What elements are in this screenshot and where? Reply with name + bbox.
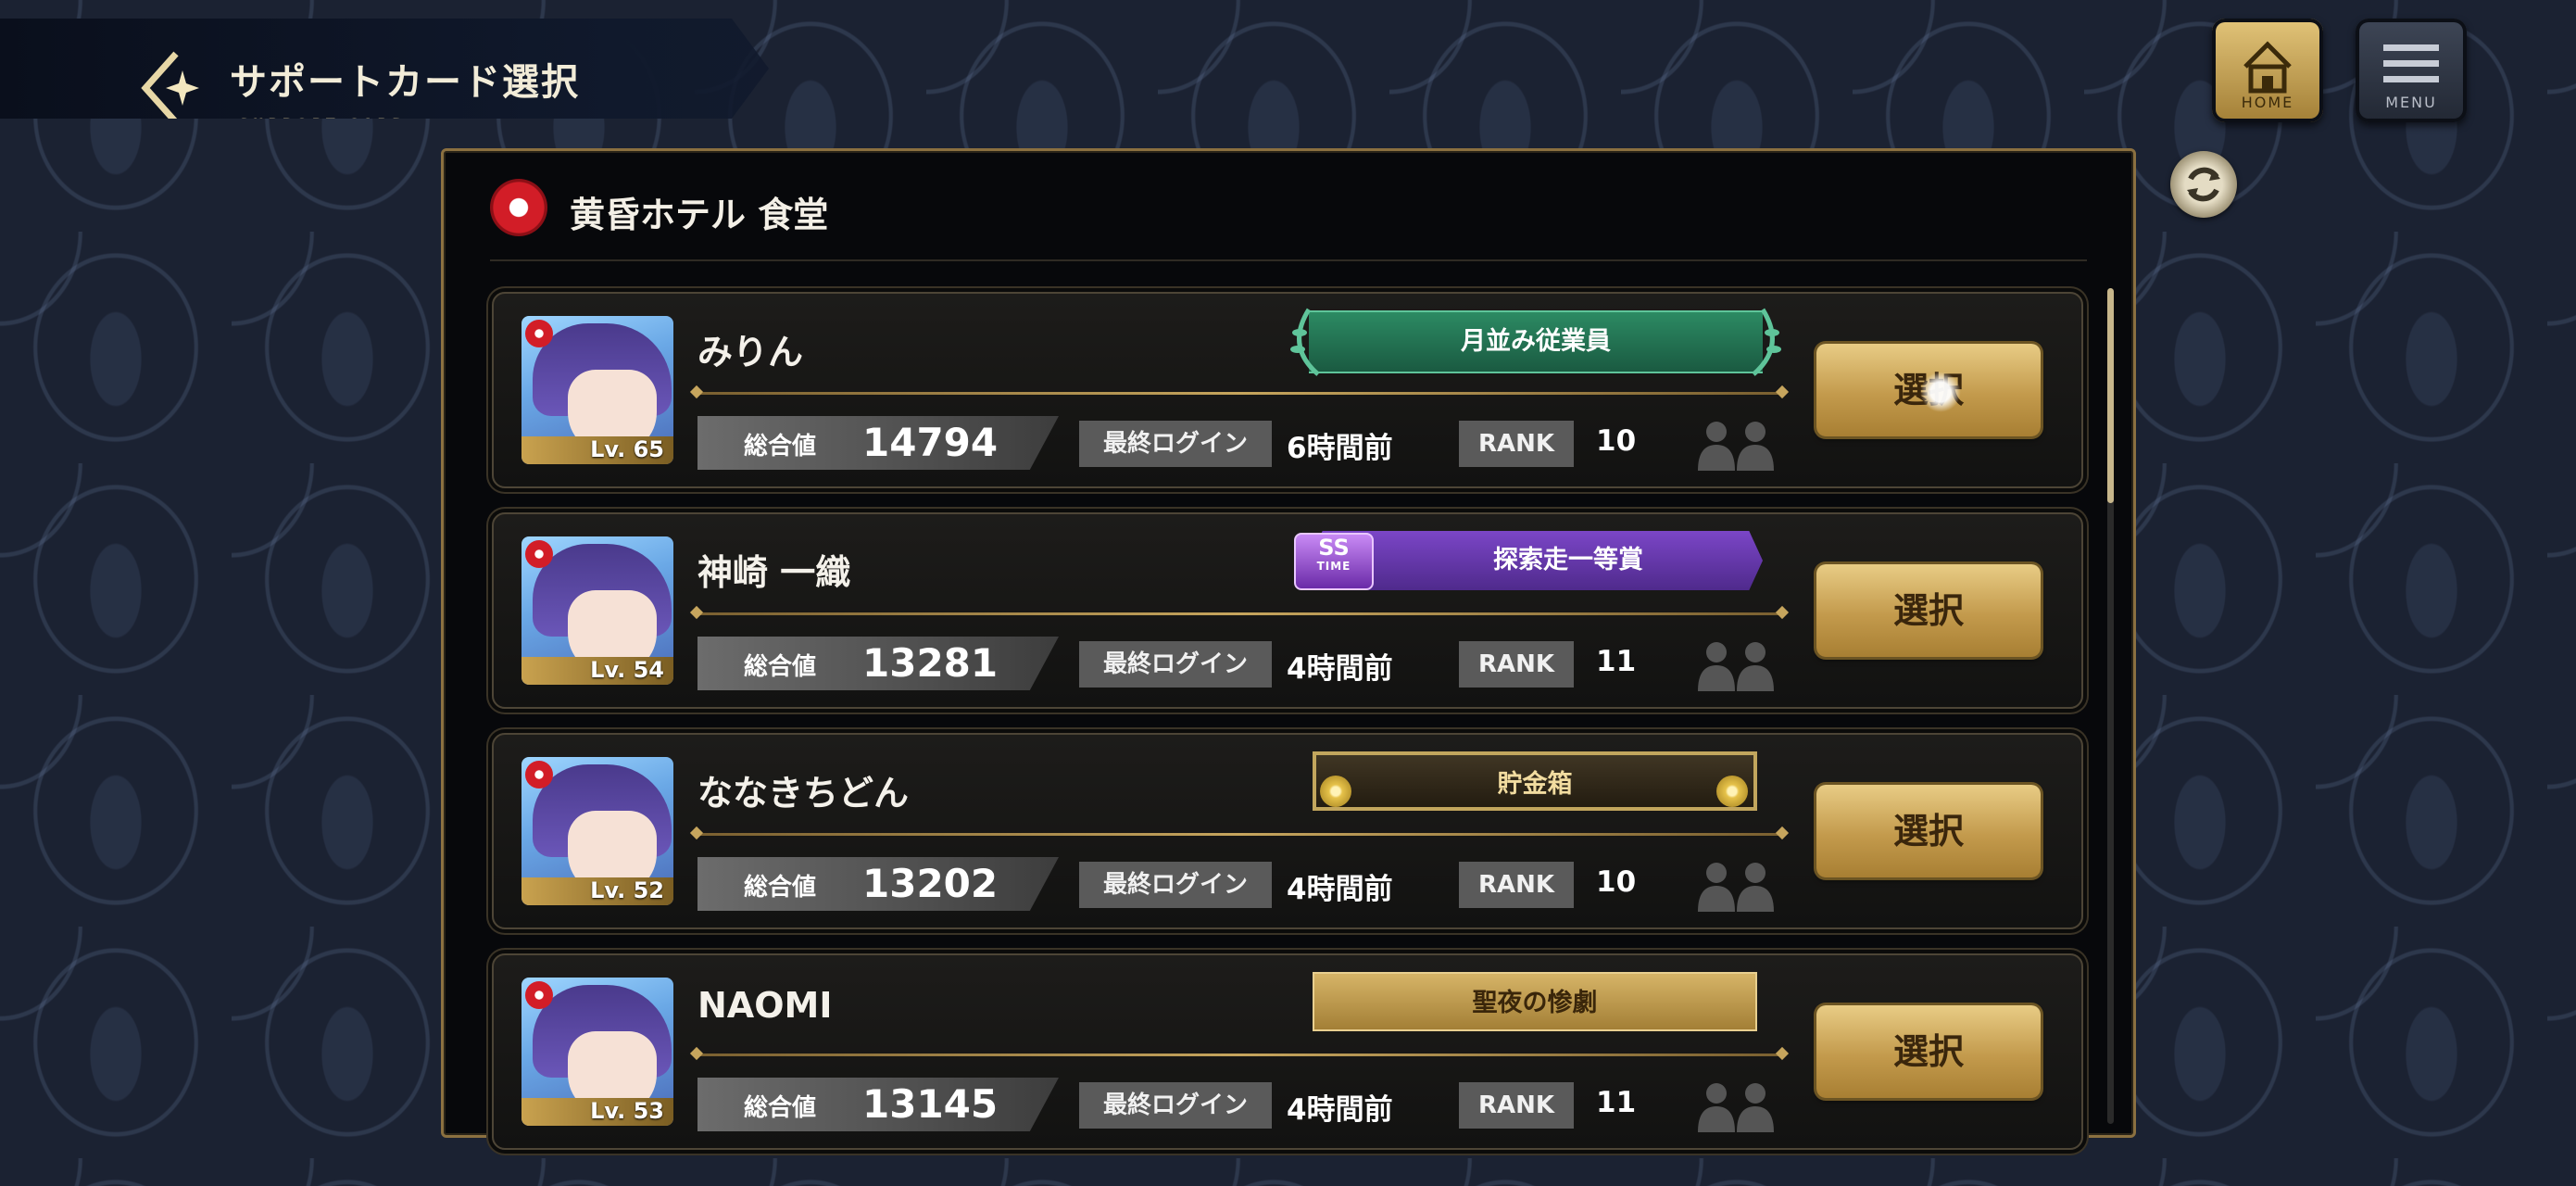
rank-label: RANK (1459, 862, 1574, 908)
friend-icon (1698, 1083, 1774, 1132)
ss-badge-subtext: TIME (1316, 560, 1351, 573)
player-title: 貯金箱 (1497, 770, 1573, 799)
player-row[interactable]: Lv. 52 ななきちどん 貯金箱 総合値 13202 最終ログイン 4時間前 … (492, 733, 2083, 929)
rank-label: RANK (1459, 421, 1574, 467)
row-divider (697, 612, 1781, 615)
home-button[interactable]: HOME (2212, 19, 2323, 122)
rank-value: 10 (1596, 424, 1637, 458)
attribute-badge-icon (525, 981, 553, 1009)
attribute-badge-icon (525, 320, 553, 347)
player-title-plate: 月並み従業員 (1290, 308, 1781, 376)
tap-highlight (1920, 372, 1961, 412)
menu-label: MENU (2385, 94, 2437, 111)
player-title-plate: 貯金箱 (1313, 751, 1757, 811)
row-divider (697, 392, 1781, 395)
player-name: 神崎 一織 (697, 552, 851, 593)
player-level: Lv. 54 (590, 657, 664, 683)
player-title: 聖夜の惨劇 (1472, 989, 1598, 1017)
coin-icon (1320, 776, 1351, 807)
friend-icon (1698, 642, 1774, 691)
player-level: Lv. 53 (590, 1098, 664, 1124)
location-name: 黄昏ホテル 食堂 (570, 195, 829, 235)
last-login-value: 6時間前 (1287, 432, 1393, 465)
player-level: Lv. 65 (590, 436, 664, 462)
panel-divider (490, 259, 2087, 261)
coin-icon (1716, 776, 1748, 807)
select-button-label: 選択 (1892, 590, 1964, 631)
refresh-button[interactable] (2170, 151, 2237, 218)
last-login-label: 最終ログイン (1079, 641, 1272, 688)
row-divider (697, 833, 1781, 836)
total-label: 総合値 (744, 653, 817, 681)
laurel-right-icon (1752, 308, 1781, 376)
ss-time-badge-icon: SS TIME (1294, 533, 1374, 590)
scrollbar-thumb[interactable] (2107, 288, 2114, 503)
player-row[interactable]: Lv. 54 神崎 一織 探索走一等賞 SS TIME 総合値 13281 最終… (492, 512, 2083, 709)
select-button-label: 選択 (1892, 811, 1964, 852)
location-emblem-icon (490, 179, 547, 236)
page-subtitle: SUPPORT CARD (239, 117, 408, 132)
rank-value: 10 (1596, 865, 1637, 899)
player-level: Lv. 52 (590, 877, 664, 903)
row-divider (697, 1054, 1781, 1056)
last-login-value: 4時間前 (1287, 1093, 1393, 1127)
scrollbar[interactable] (2107, 288, 2114, 1124)
attribute-badge-icon (525, 761, 553, 789)
select-button-label: 選択 (1892, 1031, 1964, 1072)
ss-badge-text: SS (1318, 535, 1350, 561)
rank-label: RANK (1459, 1082, 1574, 1129)
refresh-icon (2187, 167, 2220, 202)
select-button[interactable]: 選択 (1816, 344, 2041, 436)
rank-label: RANK (1459, 641, 1574, 688)
total-value: 14794 (862, 420, 999, 465)
page-title: サポートカード選択 (230, 61, 580, 104)
menu-button[interactable]: MENU (2356, 19, 2467, 122)
total-value: 13145 (862, 1081, 999, 1127)
rank-value: 11 (1596, 1086, 1637, 1119)
screen-title-bar: サポートカード選択 SUPPORT CARD (0, 19, 769, 119)
laurel-left-icon (1290, 308, 1320, 376)
player-title-plate: 探索走一等賞 (1309, 531, 1763, 590)
player-avatar: Lv. 52 (521, 757, 673, 905)
player-avatar: Lv. 65 (521, 316, 673, 464)
player-title-plate: 聖夜の惨劇 (1313, 972, 1757, 1031)
player-name: ななきちどん (697, 773, 910, 814)
total-value: 13281 (862, 640, 999, 686)
support-card-panel: 黄昏ホテル 食堂 Lv. 65 みりん 月並み従業員 総合値 14794 最終ロ… (441, 148, 2136, 1150)
last-login-value: 4時間前 (1287, 873, 1393, 906)
friend-icon (1698, 863, 1774, 912)
last-login-label: 最終ログイン (1079, 862, 1272, 908)
rank-value: 11 (1596, 645, 1637, 678)
player-title: 月並み従業員 (1461, 327, 1611, 356)
total-value: 13202 (862, 861, 999, 906)
last-login-value: 4時間前 (1287, 652, 1393, 686)
total-label: 総合値 (744, 433, 817, 461)
player-name: NAOMI (697, 985, 833, 1026)
attribute-badge-icon (525, 540, 553, 568)
last-login-label: 最終ログイン (1079, 1082, 1272, 1129)
player-title: 探索走一等賞 (1493, 546, 1643, 574)
total-label: 総合値 (744, 1094, 817, 1122)
friend-icon (1698, 422, 1774, 471)
back-arrow-icon[interactable] (125, 46, 208, 130)
player-avatar: Lv. 53 (521, 978, 673, 1126)
player-avatar: Lv. 54 (521, 536, 673, 685)
select-button[interactable]: 選択 (1816, 564, 2041, 657)
last-login-label: 最終ログイン (1079, 421, 1272, 467)
player-row[interactable]: Lv. 65 みりん 月並み従業員 総合値 14794 最終ログイン 6時間前 … (492, 292, 2083, 488)
player-row[interactable]: Lv. 53 NAOMI 聖夜の惨劇 総合値 13145 最終ログイン 4時間前… (492, 953, 2083, 1150)
select-button[interactable]: 選択 (1816, 785, 2041, 877)
total-label: 総合値 (744, 874, 817, 902)
home-label: HOME (2241, 94, 2294, 111)
select-button[interactable]: 選択 (1816, 1005, 2041, 1098)
player-name: みりん (697, 332, 804, 372)
